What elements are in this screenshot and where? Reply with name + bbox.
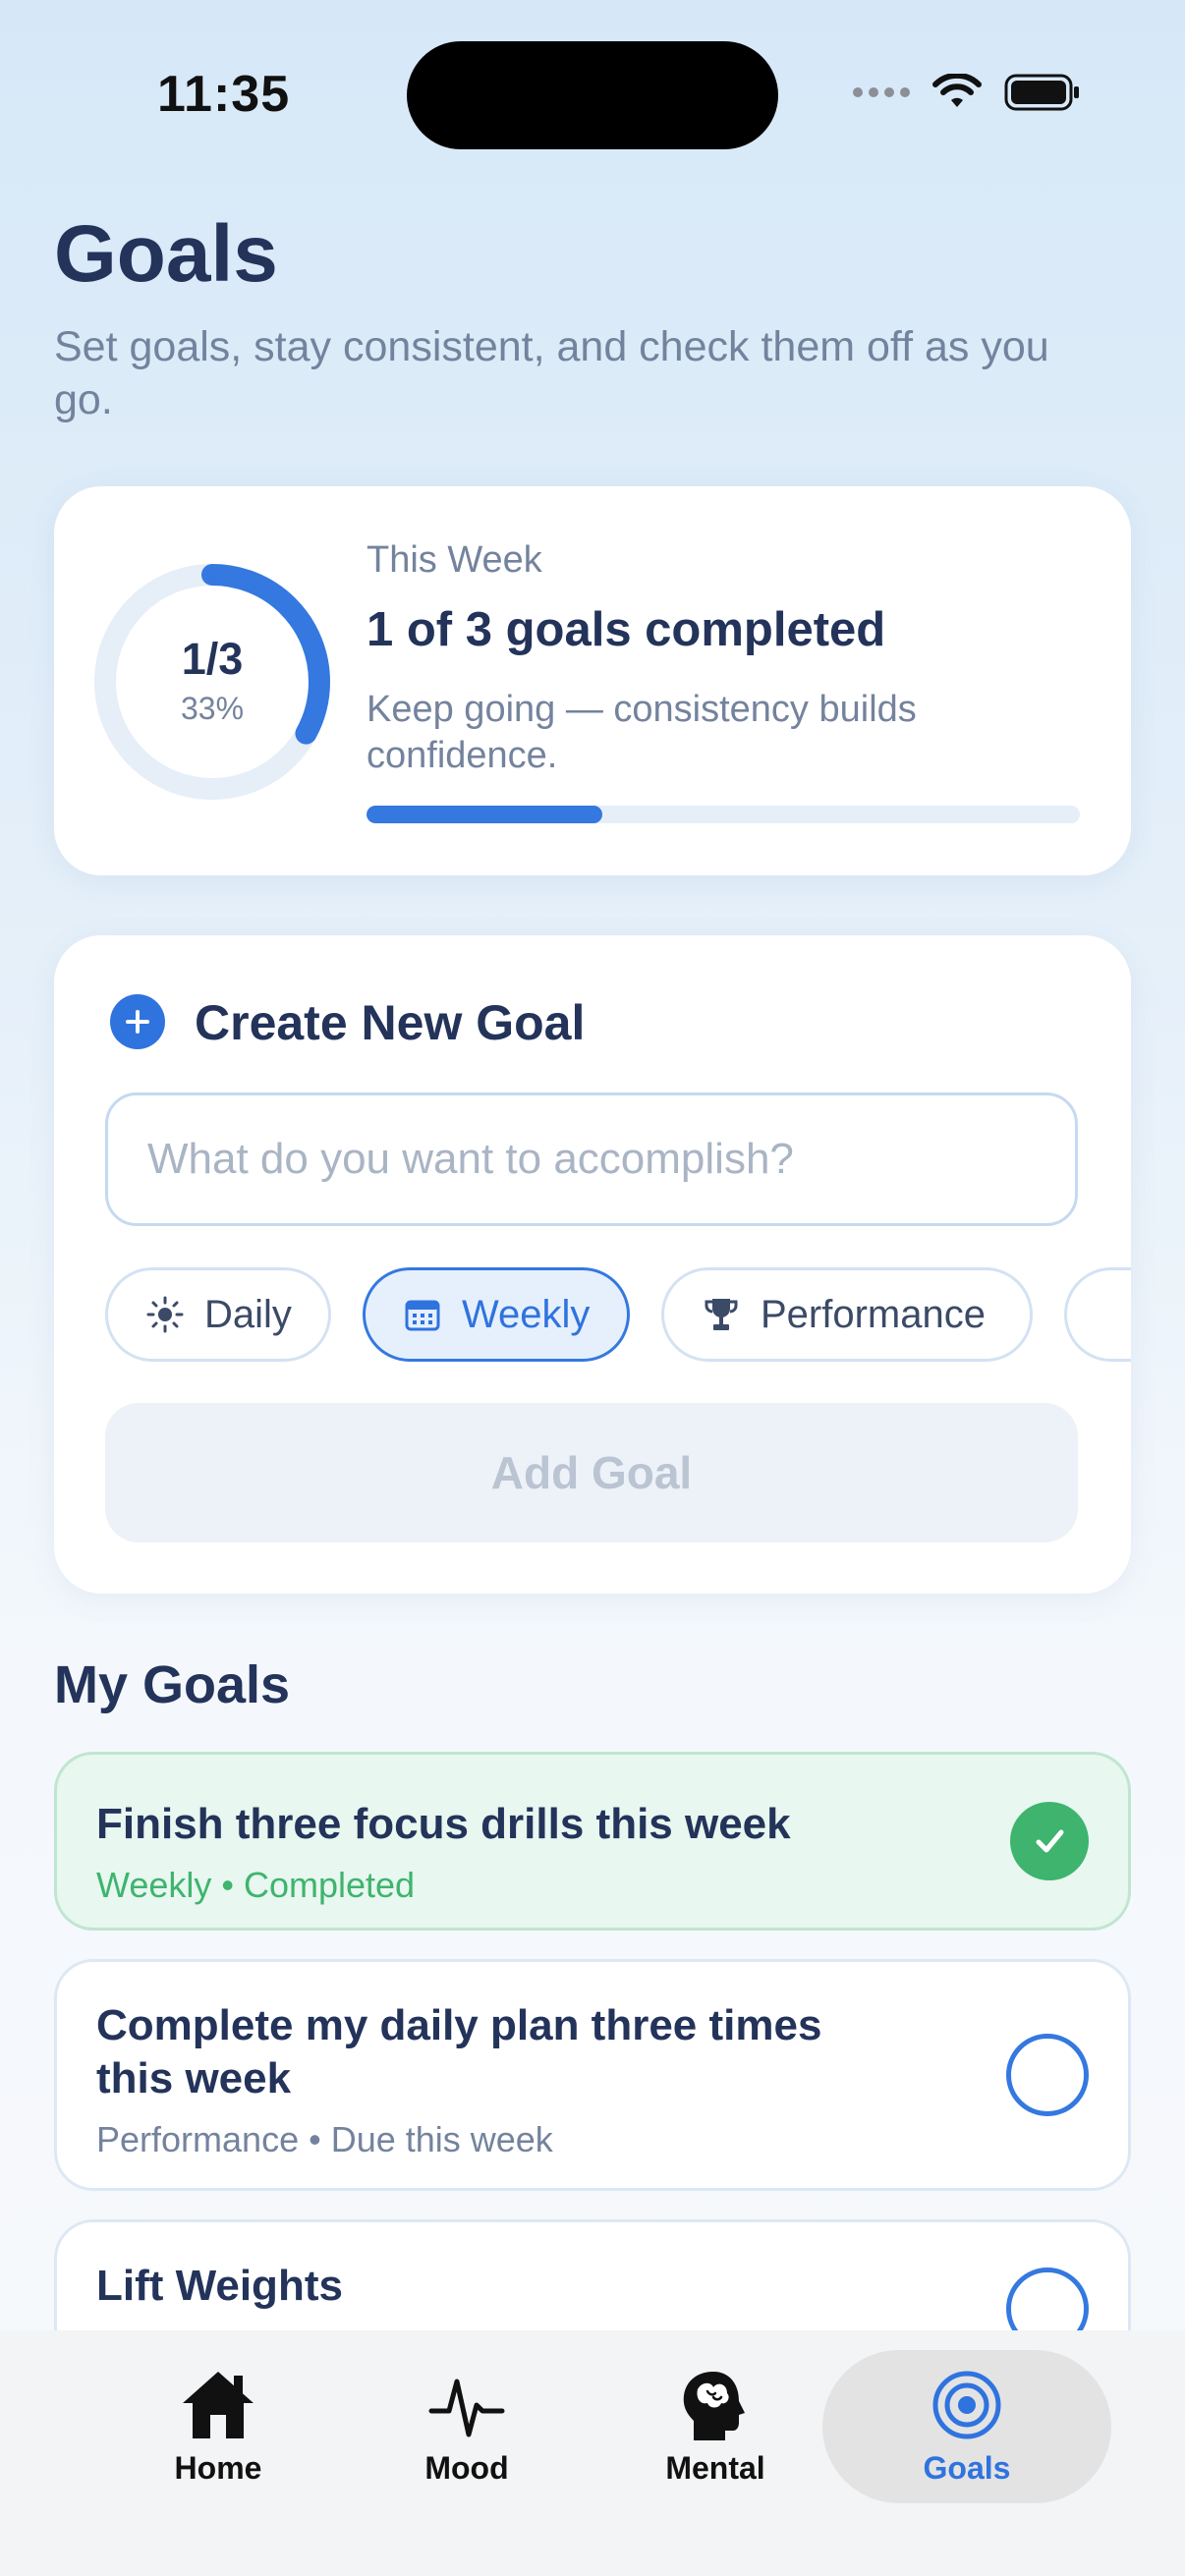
- status-time: 11:35: [157, 66, 291, 123]
- chip-label: Weekly: [462, 1292, 591, 1336]
- weekly-progress-card: 1/3 33% This Week 1 of 3 goals completed…: [54, 486, 1131, 875]
- my-goals-title: My Goals: [54, 1655, 291, 1714]
- progress-headline: 1 of 3 goals completed: [367, 603, 886, 656]
- page-title: Goals: [54, 209, 278, 299]
- tab-label: Goals: [923, 2449, 1011, 2486]
- status-icons: [853, 73, 1081, 112]
- tab-bar: Home Mood Mental Goals: [0, 2330, 1185, 2576]
- tab-label: Home: [174, 2449, 262, 2486]
- progress-fraction: 1/3: [181, 634, 244, 684]
- tab-goals[interactable]: Goals: [822, 2350, 1111, 2503]
- tab-mood[interactable]: Mood: [344, 2350, 590, 2503]
- goal-status: Due this week: [330, 2119, 553, 2159]
- chip-more[interactable]: [1064, 1267, 1131, 1362]
- progress-bar: [367, 806, 1080, 823]
- category-chips: Daily Weekly Performance: [105, 1267, 1131, 1366]
- tab-mental[interactable]: Mental: [592, 2350, 838, 2503]
- goal-meta: Weekly • Completed: [96, 1865, 416, 1905]
- page-subtitle: Set goals, stay consistent, and check th…: [54, 323, 1049, 423]
- add-goal-button[interactable]: Add Goal: [105, 1403, 1078, 1542]
- goal-item[interactable]: Finish three focus drills this week Week…: [54, 1752, 1131, 1931]
- pulse-icon: [428, 2379, 505, 2436]
- empty-circle-icon[interactable]: [1006, 2034, 1089, 2116]
- chip-daily[interactable]: Daily: [105, 1267, 331, 1362]
- tab-label: Mood: [424, 2449, 509, 2486]
- goal-item[interactable]: Complete my daily plan three times this …: [54, 1959, 1131, 2191]
- chip-label: Performance: [761, 1292, 986, 1336]
- progress-bar-fill: [367, 806, 602, 823]
- checkmark-icon[interactable]: [1010, 1802, 1089, 1880]
- tab-home[interactable]: Home: [95, 2350, 341, 2503]
- home-icon: [183, 2371, 254, 2438]
- create-goal-card: Create New Goal Daily: [54, 935, 1131, 1594]
- goal-category: Performance: [96, 2119, 300, 2159]
- chip-performance[interactable]: Performance: [661, 1267, 1033, 1362]
- sun-icon: [145, 1295, 185, 1334]
- goal-title: Finish three focus drills this week: [96, 1800, 791, 1848]
- goal-text-input[interactable]: [105, 1092, 1078, 1226]
- calendar-icon: [403, 1295, 442, 1334]
- create-goal-title: Create New Goal: [195, 995, 586, 1050]
- dynamic-island: [407, 41, 778, 149]
- wifi-icon: [932, 74, 982, 107]
- battery-icon: [1004, 74, 1079, 111]
- chip-label: Daily: [204, 1292, 292, 1336]
- progress-percent: 33%: [180, 691, 245, 726]
- goal-meta: Performance • Due this week: [96, 2119, 553, 2159]
- tab-label: Mental: [665, 2449, 765, 2486]
- cellular-signal-icon: [853, 87, 910, 97]
- trophy-icon: [702, 1295, 741, 1334]
- brain-head-icon: [683, 2371, 745, 2440]
- chip-weekly[interactable]: Weekly: [363, 1267, 630, 1362]
- target-icon: [932, 2371, 1001, 2438]
- goal-title: Lift Weights: [96, 2262, 343, 2310]
- progress-period-label: This Week: [367, 539, 542, 581]
- goal-status: Completed: [243, 1865, 416, 1905]
- goal-category: Weekly: [96, 1865, 212, 1905]
- plus-circle-icon: [110, 994, 165, 1049]
- progress-message: Keep going — consistency builds confiden…: [367, 689, 917, 776]
- goal-title: Complete my daily plan three times this …: [96, 2001, 822, 2102]
